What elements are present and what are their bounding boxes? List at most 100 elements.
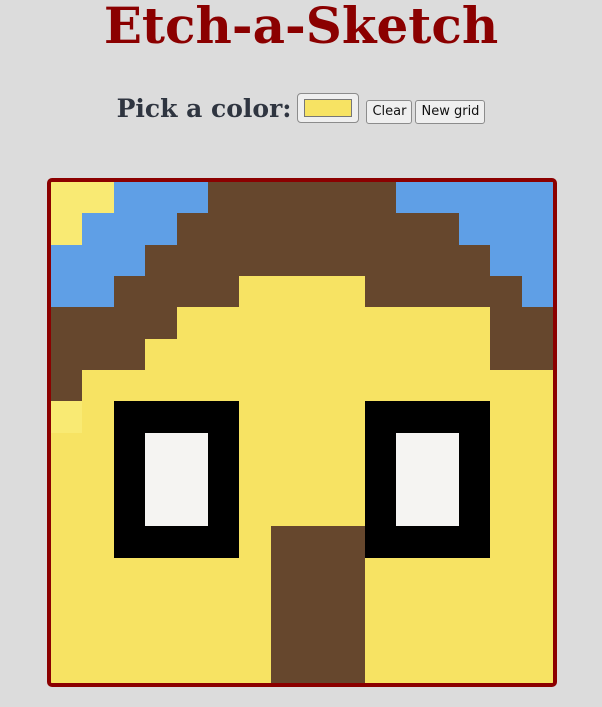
- grid-cell[interactable]: [270, 557, 302, 590]
- grid-cell[interactable]: [176, 463, 208, 496]
- grid-cell[interactable]: [458, 275, 491, 308]
- grid-cell[interactable]: [396, 244, 428, 276]
- grid-cell[interactable]: [427, 463, 459, 496]
- grid-cell[interactable]: [364, 589, 397, 621]
- grid-cell[interactable]: [145, 432, 177, 464]
- grid-cell[interactable]: [176, 369, 208, 402]
- grid-cell[interactable]: [239, 369, 271, 402]
- grid-cell[interactable]: [427, 401, 459, 433]
- grid-cell[interactable]: [364, 463, 397, 496]
- grid-cell[interactable]: [207, 213, 240, 245]
- grid-cell[interactable]: [302, 651, 334, 683]
- grid-cell[interactable]: [113, 620, 146, 652]
- grid-cell[interactable]: [302, 275, 334, 308]
- grid-cell[interactable]: [333, 432, 365, 464]
- grid-cell[interactable]: [396, 307, 428, 339]
- grid-cell[interactable]: [490, 338, 522, 370]
- grid-cell[interactable]: [490, 213, 522, 245]
- grid-cell[interactable]: [82, 651, 114, 683]
- grid-cell[interactable]: [490, 526, 522, 558]
- grid-cell[interactable]: [82, 463, 114, 496]
- grid-cell[interactable]: [302, 182, 334, 214]
- grid-cell[interactable]: [364, 651, 397, 683]
- grid-cell[interactable]: [51, 369, 83, 402]
- grid-cell[interactable]: [239, 244, 271, 276]
- grid-cell[interactable]: [333, 182, 365, 214]
- grid-cell[interactable]: [207, 589, 240, 621]
- grid-cell[interactable]: [207, 307, 240, 339]
- grid-cell[interactable]: [302, 213, 334, 245]
- grid-cell[interactable]: [396, 432, 428, 464]
- grid-cell[interactable]: [82, 213, 114, 245]
- new-grid-button[interactable]: New grid: [415, 100, 486, 124]
- grid-cell[interactable]: [427, 526, 459, 558]
- grid-cell[interactable]: [427, 589, 459, 621]
- grid-cell[interactable]: [521, 213, 553, 245]
- grid-cell[interactable]: [490, 401, 522, 433]
- grid-cell[interactable]: [207, 401, 240, 433]
- grid-cell[interactable]: [239, 620, 271, 652]
- grid-cell[interactable]: [145, 213, 177, 245]
- grid-cell[interactable]: [364, 338, 397, 370]
- grid-cell[interactable]: [333, 369, 365, 402]
- grid-cell[interactable]: [82, 526, 114, 558]
- grid-cell[interactable]: [51, 589, 83, 621]
- grid-cell[interactable]: [333, 463, 365, 496]
- grid-cell[interactable]: [521, 338, 553, 370]
- grid-cell[interactable]: [364, 557, 397, 590]
- grid-cell[interactable]: [521, 557, 553, 590]
- grid-cell[interactable]: [302, 338, 334, 370]
- grid-cell[interactable]: [458, 463, 491, 496]
- grid-cell[interactable]: [490, 244, 522, 276]
- grid-cell[interactable]: [270, 495, 302, 527]
- grid-cell[interactable]: [145, 526, 177, 558]
- sketch-grid[interactable]: [51, 182, 553, 683]
- grid-cell[interactable]: [145, 589, 177, 621]
- grid-cell[interactable]: [113, 307, 146, 339]
- grid-cell[interactable]: [82, 432, 114, 464]
- grid-cell[interactable]: [396, 338, 428, 370]
- grid-cell[interactable]: [207, 495, 240, 527]
- grid-cell[interactable]: [239, 463, 271, 496]
- grid-cell[interactable]: [176, 307, 208, 339]
- grid-cell[interactable]: [396, 589, 428, 621]
- grid-cell[interactable]: [176, 401, 208, 433]
- grid-cell[interactable]: [239, 557, 271, 590]
- grid-cell[interactable]: [145, 369, 177, 402]
- grid-cell[interactable]: [302, 495, 334, 527]
- grid-cell[interactable]: [364, 495, 397, 527]
- grid-cell[interactable]: [302, 463, 334, 496]
- grid-cell[interactable]: [490, 495, 522, 527]
- grid-cell[interactable]: [145, 557, 177, 590]
- grid-cell[interactable]: [239, 307, 271, 339]
- grid-cell[interactable]: [239, 401, 271, 433]
- grid-cell[interactable]: [458, 432, 491, 464]
- grid-cell[interactable]: [113, 463, 146, 496]
- grid-cell[interactable]: [82, 589, 114, 621]
- grid-cell[interactable]: [396, 401, 428, 433]
- grid-cell[interactable]: [51, 557, 83, 590]
- grid-cell[interactable]: [490, 182, 522, 214]
- grid-cell[interactable]: [207, 463, 240, 496]
- grid-cell[interactable]: [145, 401, 177, 433]
- grid-cell[interactable]: [427, 369, 459, 402]
- grid-cell[interactable]: [239, 275, 271, 308]
- grid-cell[interactable]: [333, 401, 365, 433]
- grid-cell[interactable]: [427, 620, 459, 652]
- grid-cell[interactable]: [113, 213, 146, 245]
- grid-cell[interactable]: [207, 651, 240, 683]
- grid-cell[interactable]: [270, 338, 302, 370]
- grid-cell[interactable]: [364, 369, 397, 402]
- grid-cell[interactable]: [458, 213, 491, 245]
- grid-cell[interactable]: [51, 432, 83, 464]
- grid-cell[interactable]: [396, 557, 428, 590]
- grid-cell[interactable]: [113, 338, 146, 370]
- grid-cell[interactable]: [427, 275, 459, 308]
- grid-cell[interactable]: [302, 401, 334, 433]
- grid-cell[interactable]: [302, 620, 334, 652]
- grid-cell[interactable]: [364, 275, 397, 308]
- grid-cell[interactable]: [51, 526, 83, 558]
- grid-cell[interactable]: [113, 275, 146, 308]
- grid-cell[interactable]: [145, 244, 177, 276]
- grid-cell[interactable]: [521, 432, 553, 464]
